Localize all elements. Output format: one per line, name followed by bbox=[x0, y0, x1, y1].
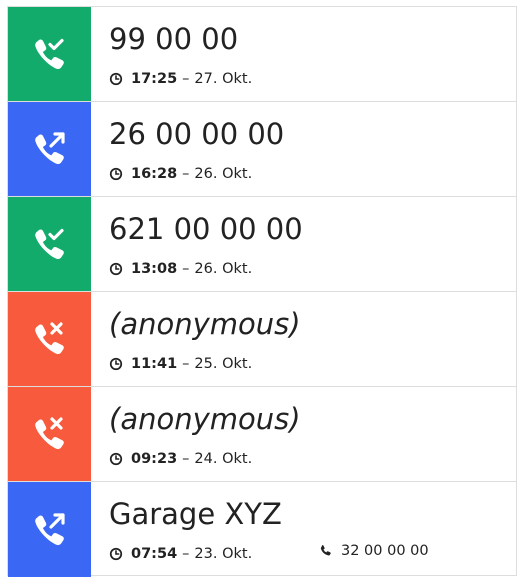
call-date: 27. Okt. bbox=[194, 71, 253, 87]
phone-missed-icon bbox=[34, 322, 64, 355]
call-date: 26. Okt. bbox=[194, 166, 253, 182]
phone-outgoing-icon bbox=[34, 132, 65, 165]
call-time: 17:25 bbox=[131, 71, 178, 87]
call-meta: 17:25 – 27. Okt. bbox=[109, 70, 516, 88]
separator: – bbox=[182, 546, 190, 562]
phone-number-value: 32 00 00 00 bbox=[341, 543, 429, 559]
caller-name: (anonymous) bbox=[109, 307, 301, 341]
call-meta: 13:08 – 26. Okt. bbox=[109, 260, 516, 278]
phone-missed-icon bbox=[34, 417, 64, 450]
status-tile-outgoing bbox=[8, 482, 91, 577]
call-time: 07:54 bbox=[131, 546, 178, 562]
call-content: 26 00 00 00 16:28 – 26. Okt. bbox=[91, 102, 516, 196]
call-time: 16:28 bbox=[131, 166, 178, 182]
clock-icon bbox=[109, 357, 123, 371]
call-date: 23. Okt. bbox=[194, 546, 253, 562]
call-meta: 07:54 – 23. Okt. bbox=[109, 545, 516, 563]
call-time: 11:41 bbox=[131, 356, 178, 372]
separator: – bbox=[182, 451, 190, 467]
call-row[interactable]: 621 00 00 00 13:08 – 26. Okt. bbox=[8, 197, 516, 292]
call-date: 26. Okt. bbox=[194, 261, 253, 277]
call-list: 99 00 00 17:25 – 27. Okt. 26 00 00 00 16… bbox=[7, 6, 517, 577]
call-row[interactable]: 26 00 00 00 16:28 – 26. Okt. bbox=[8, 102, 516, 197]
call-time: 09:23 bbox=[131, 451, 178, 467]
call-row[interactable]: (anonymous) 09:23 – 24. Okt. bbox=[8, 387, 516, 482]
call-content: 621 00 00 00 13:08 – 26. Okt. bbox=[91, 197, 516, 291]
separator: – bbox=[182, 261, 190, 277]
phone-icon bbox=[320, 545, 331, 556]
call-row[interactable]: Garage XYZ 07:54 – 23. Okt. 32 00 00 00 bbox=[8, 482, 516, 577]
status-tile-outgoing bbox=[8, 102, 91, 196]
phone-outgoing-icon bbox=[34, 512, 65, 545]
caller-name: 621 00 00 00 bbox=[109, 212, 303, 246]
caller-name: (anonymous) bbox=[109, 402, 301, 436]
status-tile-missed bbox=[8, 292, 91, 386]
call-content: (anonymous) 11:41 – 25. Okt. bbox=[91, 292, 516, 386]
call-content: Garage XYZ 07:54 – 23. Okt. 32 00 00 00 bbox=[91, 482, 516, 577]
phone-number: 32 00 00 00 bbox=[319, 542, 429, 560]
clock-icon bbox=[109, 167, 123, 181]
phone-check-icon bbox=[34, 228, 64, 260]
call-meta: 16:28 – 26. Okt. bbox=[109, 165, 516, 183]
call-date: 25. Okt. bbox=[194, 356, 253, 372]
status-tile-answered bbox=[8, 197, 91, 291]
call-meta: 11:41 – 25. Okt. bbox=[109, 355, 516, 373]
clock-icon bbox=[109, 547, 123, 561]
status-tile-missed bbox=[8, 387, 91, 481]
caller-name: 26 00 00 00 bbox=[109, 117, 285, 151]
call-time: 13:08 bbox=[131, 261, 178, 277]
separator: – bbox=[182, 356, 190, 372]
clock-icon bbox=[109, 72, 123, 86]
separator: – bbox=[182, 166, 190, 182]
clock-icon bbox=[109, 452, 123, 466]
call-date: 24. Okt. bbox=[194, 451, 253, 467]
caller-name: 99 00 00 bbox=[109, 22, 239, 56]
call-row[interactable]: (anonymous) 11:41 – 25. Okt. bbox=[8, 292, 516, 387]
clock-icon bbox=[109, 262, 123, 276]
separator: – bbox=[182, 71, 190, 87]
phone-check-icon bbox=[34, 38, 64, 70]
status-tile-answered bbox=[8, 7, 91, 101]
call-content: 99 00 00 17:25 – 27. Okt. bbox=[91, 7, 516, 101]
caller-name: Garage XYZ bbox=[109, 497, 282, 531]
call-row[interactable]: 99 00 00 17:25 – 27. Okt. bbox=[8, 7, 516, 102]
call-meta: 09:23 – 24. Okt. bbox=[109, 450, 516, 468]
call-content: (anonymous) 09:23 – 24. Okt. bbox=[91, 387, 516, 481]
